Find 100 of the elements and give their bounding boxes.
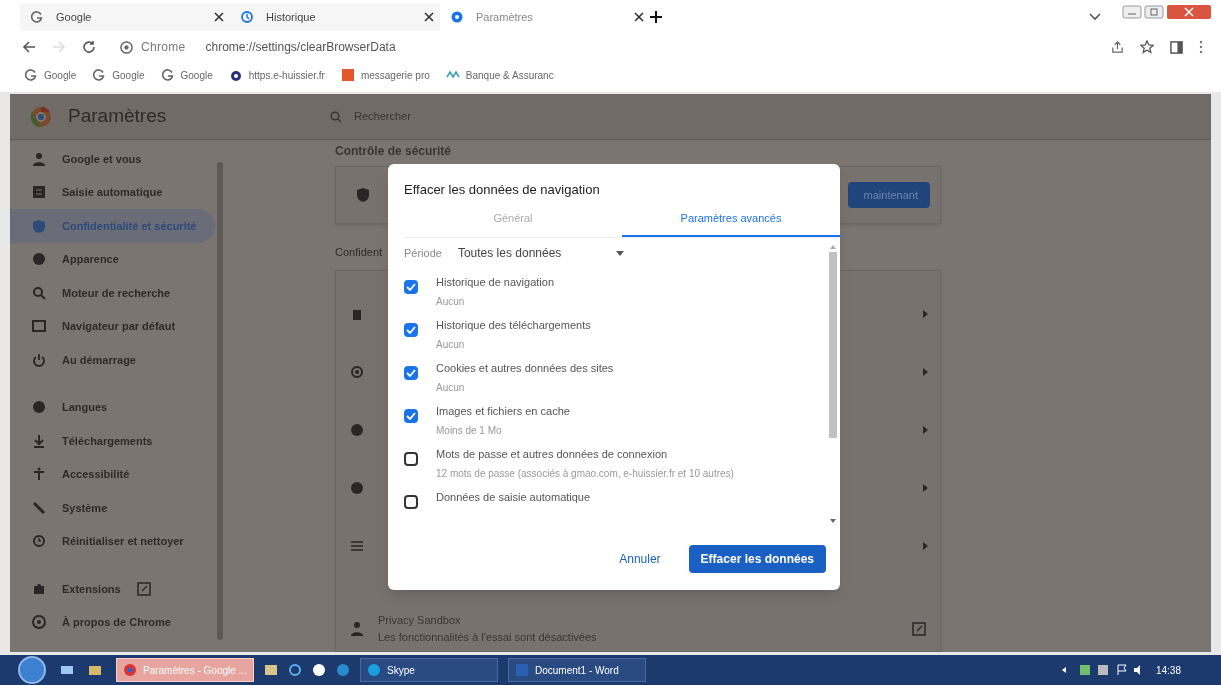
period-label: Période bbox=[404, 245, 442, 261]
browser-tab[interactable]: Google bbox=[20, 3, 230, 31]
sidebar-item[interactable]: À propos de Chrome bbox=[10, 605, 215, 639]
sidebar-item[interactable]: Langues bbox=[10, 390, 215, 424]
expand-arrow-icon[interactable] bbox=[923, 310, 928, 318]
external-link-icon[interactable] bbox=[912, 621, 926, 636]
chrome-logo-icon bbox=[30, 105, 52, 128]
option-detail: Aucun bbox=[436, 380, 466, 395]
sidebar-item[interactable]: Extensions bbox=[10, 572, 215, 606]
expand-arrow-icon[interactable] bbox=[923, 368, 928, 376]
target-icon bbox=[350, 365, 364, 379]
browser-icon[interactable] bbox=[288, 663, 302, 677]
checkbox[interactable] bbox=[404, 323, 418, 337]
google-g-icon bbox=[92, 68, 107, 82]
form-icon bbox=[32, 185, 46, 200]
close-icon[interactable] bbox=[424, 12, 434, 22]
history-icon bbox=[240, 10, 254, 24]
sidebar-item[interactable]: Au démarrage bbox=[10, 343, 215, 377]
tab-title: Paramètres bbox=[476, 9, 534, 25]
sidebar-item[interactable]: Accessibilité bbox=[10, 457, 215, 491]
checkbox[interactable] bbox=[404, 280, 418, 294]
reload-icon[interactable] bbox=[82, 40, 96, 54]
bookmark[interactable]: Banque & Assuranc bbox=[445, 67, 554, 83]
browser-tab[interactable]: Historique bbox=[230, 3, 440, 31]
more-menu-icon[interactable] bbox=[1199, 40, 1203, 54]
checkbox[interactable] bbox=[404, 452, 418, 466]
bookmark[interactable]: Google bbox=[24, 67, 77, 83]
checkbox[interactable] bbox=[404, 409, 418, 423]
option-label: Mots de passe et autres données de connexion bbox=[436, 447, 669, 462]
sidebar-item[interactable]: Moteur de recherche bbox=[10, 276, 215, 310]
expand-arrow-icon[interactable] bbox=[923, 484, 928, 492]
new-tab-icon[interactable] bbox=[650, 11, 662, 23]
tab-title: Google bbox=[56, 9, 93, 25]
sliders-icon bbox=[350, 539, 364, 553]
share-icon[interactable] bbox=[1111, 40, 1124, 54]
chevron-down-icon[interactable] bbox=[1089, 13, 1101, 21]
shield-icon bbox=[32, 218, 46, 233]
google-g-icon bbox=[160, 68, 175, 82]
cancel-button[interactable]: Annuler bbox=[611, 545, 669, 573]
option-detail: Aucun bbox=[436, 294, 466, 309]
download-icon bbox=[32, 433, 46, 448]
desktop-icon[interactable] bbox=[60, 663, 74, 677]
close-icon[interactable] bbox=[634, 12, 644, 22]
star-icon[interactable] bbox=[1140, 40, 1154, 54]
trash-icon bbox=[350, 307, 364, 321]
taskbar-button[interactable]: Document1 - Word bbox=[508, 658, 646, 682]
external-link-icon[interactable] bbox=[136, 581, 151, 596]
clear-data-button[interactable]: Effacer les données bbox=[688, 545, 826, 573]
dropdown-caret-icon bbox=[615, 250, 624, 256]
check-now-button[interactable]: maintenant bbox=[848, 182, 930, 208]
bookmark[interactable]: https.e-huissier.fr bbox=[228, 67, 325, 83]
search-icon bbox=[32, 285, 46, 300]
address-bar[interactable]: chrome://settings/clearBrowserData bbox=[205, 38, 396, 56]
bookmark[interactable]: messagerie pro bbox=[340, 67, 430, 83]
person-icon bbox=[32, 151, 46, 166]
expand-arrow-icon[interactable] bbox=[923, 426, 928, 434]
back-icon[interactable] bbox=[22, 40, 36, 54]
google-g-icon bbox=[24, 68, 38, 82]
taskbar-button[interactable]: Paramètres - Google ... bbox=[116, 658, 254, 682]
option-label: Images et fichiers en cache bbox=[436, 404, 570, 419]
browser-window-icon bbox=[32, 319, 46, 334]
folder-icon[interactable] bbox=[88, 663, 102, 677]
settings-title: Paramètres bbox=[68, 104, 167, 129]
bookmark[interactable]: Google bbox=[160, 67, 213, 83]
side-panel-icon[interactable] bbox=[1170, 40, 1183, 54]
reset-icon bbox=[32, 534, 46, 549]
sidebar-item[interactable]: Apparence bbox=[10, 242, 215, 276]
sidebar-item[interactable]: Google et vous bbox=[10, 142, 215, 176]
square-icon bbox=[340, 68, 355, 82]
dialog-title: Effacer les données de navigation bbox=[403, 181, 601, 199]
bookmark[interactable]: Google bbox=[92, 67, 145, 83]
privacy-sandbox-title: Privacy Sandbox bbox=[378, 613, 462, 628]
site-info-icon[interactable] bbox=[120, 40, 133, 54]
sidebar-item[interactable]: Système bbox=[10, 491, 215, 525]
option-label: Cookies et autres données des sites bbox=[436, 361, 614, 376]
dialog-tab[interactable]: Général bbox=[404, 202, 622, 237]
tray-icons-icon[interactable] bbox=[1061, 663, 1142, 677]
option-detail: Moins de 1 Mo bbox=[436, 423, 503, 438]
checkbox[interactable] bbox=[404, 495, 418, 509]
scroll-down-icon[interactable] bbox=[830, 518, 836, 524]
sidebar-item[interactable]: Réinitialiser et nettoyer bbox=[10, 524, 215, 558]
expand-arrow-icon[interactable] bbox=[923, 542, 928, 550]
checkbox[interactable] bbox=[404, 366, 418, 380]
tab-title: Historique bbox=[266, 9, 317, 25]
sidebar-scrollbar[interactable] bbox=[217, 162, 223, 640]
dialog-tab[interactable]: Paramètres avancés bbox=[622, 202, 840, 237]
sidebar-item[interactable]: Confidentialité et sécurité bbox=[10, 209, 215, 243]
clock: 14:38 bbox=[1155, 663, 1181, 678]
dialog-scrollbar[interactable] bbox=[828, 244, 838, 524]
close-icon[interactable] bbox=[214, 12, 224, 22]
start-button[interactable] bbox=[18, 656, 46, 684]
period-dropdown[interactable]: Toutes les données bbox=[457, 244, 624, 262]
option-detail: 12 mots de passe (associés à gmao.com, e-huissier.fr et 10 autres) bbox=[436, 466, 734, 481]
sidebar-item[interactable]: Téléchargements bbox=[10, 424, 215, 458]
section-heading: Confident bbox=[335, 245, 383, 260]
taskbar-button[interactable]: Skype bbox=[360, 658, 498, 682]
sidebar-item[interactable]: Navigateur par défaut bbox=[10, 309, 215, 343]
sidebar-item[interactable]: Saisie automatique bbox=[10, 175, 215, 209]
power-icon bbox=[32, 352, 46, 367]
google-g-icon bbox=[30, 10, 44, 24]
